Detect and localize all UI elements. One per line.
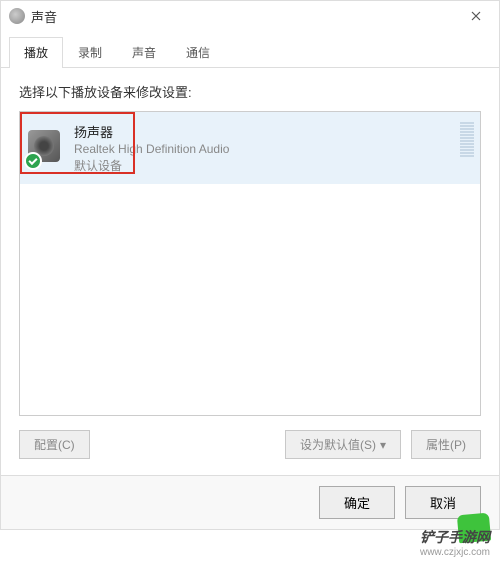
window-title: 声音 xyxy=(31,7,57,26)
device-name: 扬声器 xyxy=(74,122,229,141)
tab-bar: 播放 录制 声音 通信 xyxy=(1,31,499,68)
titlebar-left: 声音 xyxy=(9,7,57,26)
tab-playback[interactable]: 播放 xyxy=(9,37,63,68)
ok-button[interactable]: 确定 xyxy=(319,486,395,519)
device-item[interactable]: 扬声器 Realtek High Definition Audio 默认设备 xyxy=(20,112,480,184)
properties-button[interactable]: 属性(P) xyxy=(411,430,481,459)
level-meter-icon xyxy=(460,122,474,157)
device-list[interactable]: 扬声器 Realtek High Definition Audio 默认设备 xyxy=(19,111,481,416)
default-check-icon xyxy=(24,152,42,170)
device-info: 扬声器 Realtek High Definition Audio 默认设备 xyxy=(74,122,229,174)
tab-sounds[interactable]: 声音 xyxy=(117,37,171,67)
titlebar: 声音 xyxy=(1,1,499,31)
dialog-button-bar: 确定 取消 xyxy=(1,475,499,529)
watermark-logo-icon xyxy=(457,513,491,544)
device-description: Realtek High Definition Audio xyxy=(74,142,229,156)
sound-icon xyxy=(9,8,25,24)
set-default-label: 设为默认值(S) xyxy=(300,436,376,453)
button-row-right: 设为默认值(S) ▾ 属性(P) xyxy=(285,430,481,459)
chevron-down-icon: ▾ xyxy=(380,438,386,452)
close-button[interactable] xyxy=(461,1,491,31)
configure-button[interactable]: 配置(C) xyxy=(19,430,90,459)
sound-dialog: 声音 播放 录制 声音 通信 选择以下播放设备来修改设置: 扬声器 Realte… xyxy=(0,0,500,530)
instruction-text: 选择以下播放设备来修改设置: xyxy=(19,82,481,101)
device-status: 默认设备 xyxy=(74,157,229,174)
tab-communications[interactable]: 通信 xyxy=(171,37,225,67)
tab-recording[interactable]: 录制 xyxy=(63,37,117,67)
config-button-row: 配置(C) 设为默认值(S) ▾ 属性(P) xyxy=(19,430,481,459)
tab-content: 选择以下播放设备来修改设置: 扬声器 Realtek High Definiti… xyxy=(1,68,499,473)
set-default-button[interactable]: 设为默认值(S) ▾ xyxy=(285,430,401,459)
watermark-url: www.czjxjc.com xyxy=(420,547,490,558)
device-icon-wrap xyxy=(28,130,64,166)
